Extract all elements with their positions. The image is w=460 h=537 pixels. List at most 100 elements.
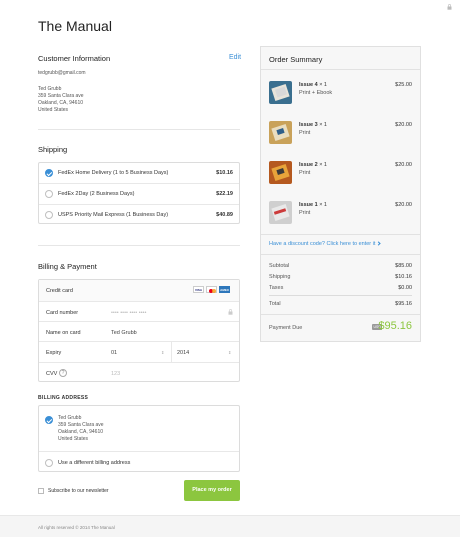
item-name: Issue 3 bbox=[299, 122, 318, 128]
edit-link[interactable]: Edit bbox=[229, 54, 241, 61]
shipping-heading: Shipping bbox=[38, 145, 68, 154]
help-icon[interactable]: ? bbox=[59, 369, 67, 377]
item-qty: × 1 bbox=[319, 202, 327, 208]
billing-address-name: Ted Grubb bbox=[58, 415, 82, 421]
item-variant: Print bbox=[299, 210, 311, 216]
cvv-row[interactable]: CVV ? 123 bbox=[39, 362, 239, 382]
footer: All rights reserved © 2014 The Manual bbox=[0, 515, 460, 537]
shipping-option-fedex-2day[interactable]: FedEx 2Day (2 Business Days) $22.19 bbox=[39, 183, 239, 204]
product-thumbnail bbox=[269, 161, 292, 184]
credit-card-label: Credit card bbox=[46, 288, 73, 294]
product-thumbnail bbox=[269, 121, 292, 144]
name-on-card-input[interactable]: Ted Grubb bbox=[111, 330, 137, 336]
summary-item: Issue 1 × 1 Print $20.00 bbox=[261, 197, 420, 227]
visa-card-icon: VISA bbox=[193, 286, 204, 293]
select-arrows-icon: ⇕ bbox=[161, 350, 165, 355]
order-summary-heading: Order Summary bbox=[269, 55, 323, 64]
billing-address-different[interactable]: Use a different billing address bbox=[39, 451, 239, 472]
shipping-option-price: $10.16 bbox=[216, 170, 233, 176]
payment-due-value: $95.16 bbox=[378, 320, 412, 332]
expiry-label: Expiry bbox=[46, 350, 62, 356]
billing-address-heading: BILLING ADDRESS bbox=[38, 395, 89, 401]
summary-item: Issue 3 × 1 Print $20.00 bbox=[261, 117, 420, 147]
shipping-option-price: $40.89 bbox=[216, 212, 233, 218]
payment-form: Credit card VISA AMEX Card number •••• •… bbox=[38, 279, 240, 382]
billing-address-country: United States bbox=[58, 436, 89, 442]
mastercard-icon bbox=[206, 286, 217, 293]
item-price: $20.00 bbox=[395, 202, 412, 208]
total-row: Total $95.16 bbox=[269, 301, 412, 307]
name-on-card-label: Name on card bbox=[46, 330, 81, 336]
summary-item: Issue 2 × 1 Print $20.00 bbox=[261, 157, 420, 187]
item-qty: × 1 bbox=[319, 162, 327, 168]
footer-text: All rights reserved © 2014 The Manual bbox=[38, 525, 115, 530]
shipping-option-fedex-home[interactable]: FedEx Home Delivery (1 to 5 Business Day… bbox=[39, 163, 239, 183]
summary-item: Issue 4 × 1 Print + Ebook $25.00 bbox=[261, 77, 420, 107]
page-title: The Manual bbox=[38, 18, 112, 34]
expiry-year-select[interactable]: 2014 bbox=[177, 350, 189, 356]
radio-icon[interactable] bbox=[45, 459, 53, 467]
customer-info-heading: Customer Information bbox=[38, 54, 111, 63]
newsletter-checkbox[interactable] bbox=[38, 488, 44, 494]
billing-address-options: Ted Grubb 359 Santa Clara ave Oakland, C… bbox=[38, 405, 240, 472]
item-variant: Print + Ebook bbox=[299, 90, 333, 96]
radio-checked-icon[interactable] bbox=[45, 416, 53, 424]
billing-address-city: Oakland, CA, 94610 bbox=[58, 429, 104, 435]
item-name: Issue 1 bbox=[299, 202, 318, 208]
item-qty: × 1 bbox=[319, 82, 327, 88]
item-price: $25.00 bbox=[395, 82, 412, 88]
shipping-value: $10.16 bbox=[395, 274, 412, 280]
billing-address-same[interactable]: Ted Grubb 359 Santa Clara ave Oakland, C… bbox=[39, 406, 239, 451]
item-name: Issue 2 bbox=[299, 162, 318, 168]
lock-icon bbox=[228, 309, 233, 315]
cvv-label: CVV bbox=[46, 371, 58, 377]
credit-card-row: Credit card VISA AMEX bbox=[39, 280, 239, 301]
card-number-input[interactable]: •••• •••• •••• •••• bbox=[111, 310, 146, 316]
place-order-button[interactable]: Place my order bbox=[184, 480, 240, 501]
billing-heading: Billing & Payment bbox=[38, 262, 97, 271]
cvv-input[interactable]: 123 bbox=[111, 371, 120, 377]
taxes-value: $0.00 bbox=[398, 285, 412, 291]
item-qty: × 1 bbox=[319, 122, 327, 128]
lock-icon bbox=[447, 4, 452, 10]
item-variant: Print bbox=[299, 170, 311, 176]
chevron-right-icon bbox=[376, 241, 382, 246]
radio-icon[interactable] bbox=[45, 190, 53, 198]
select-arrows-icon: ⇕ bbox=[228, 350, 232, 355]
expiry-month-select[interactable]: 01 bbox=[111, 350, 117, 356]
product-thumbnail bbox=[269, 81, 292, 104]
different-address-label: Use a different billing address bbox=[58, 460, 131, 466]
shipping-row: Shipping $10.16 bbox=[269, 274, 412, 280]
card-number-label: Card number bbox=[46, 310, 79, 316]
divider bbox=[38, 245, 240, 246]
shipping-options: FedEx Home Delivery (1 to 5 Business Day… bbox=[38, 162, 240, 224]
shipping-option-label: FedEx 2Day (2 Business Days) bbox=[58, 191, 135, 197]
item-name: Issue 4 bbox=[299, 82, 318, 88]
divider bbox=[38, 129, 240, 130]
item-price: $20.00 bbox=[395, 162, 412, 168]
subtotal-value: $85.00 bbox=[395, 263, 412, 269]
item-price: $20.00 bbox=[395, 122, 412, 128]
order-summary: Order Summary Issue 4 × 1 Print + Ebook … bbox=[260, 46, 421, 342]
shipping-option-label: USPS Priority Mail Express (1 Business D… bbox=[58, 212, 169, 218]
shipping-option-usps[interactable]: USPS Priority Mail Express (1 Business D… bbox=[39, 204, 239, 224]
discount-code-link[interactable]: Have a discount code? Click here to ente… bbox=[269, 241, 382, 247]
amex-card-icon: AMEX bbox=[219, 286, 230, 293]
radio-icon[interactable] bbox=[45, 211, 53, 219]
total-value: $95.16 bbox=[395, 301, 412, 307]
taxes-row: Taxes $0.00 bbox=[269, 285, 412, 291]
card-number-row[interactable]: Card number •••• •••• •••• •••• bbox=[39, 301, 239, 321]
product-thumbnail bbox=[269, 201, 292, 224]
radio-checked-icon[interactable] bbox=[45, 169, 53, 177]
customer-address-city: Oakland, CA, 94610 bbox=[38, 100, 84, 106]
item-variant: Print bbox=[299, 130, 311, 136]
expiry-row: Expiry 01 ⇕ 2014 ⇕ bbox=[39, 341, 239, 362]
name-on-card-row[interactable]: Name on card Ted Grubb bbox=[39, 321, 239, 341]
billing-address-street: 359 Santa Clara ave bbox=[58, 422, 104, 428]
newsletter-label[interactable]: Subscribe to our newsletter bbox=[48, 488, 109, 494]
shipping-option-price: $22.19 bbox=[216, 191, 233, 197]
shipping-option-label: FedEx Home Delivery (1 to 5 Business Day… bbox=[58, 170, 169, 176]
customer-email: tedgrubb@gmail.com bbox=[38, 70, 86, 76]
customer-address-country: United States bbox=[38, 107, 69, 113]
subtotal-row: Subtotal $85.00 bbox=[269, 263, 412, 269]
